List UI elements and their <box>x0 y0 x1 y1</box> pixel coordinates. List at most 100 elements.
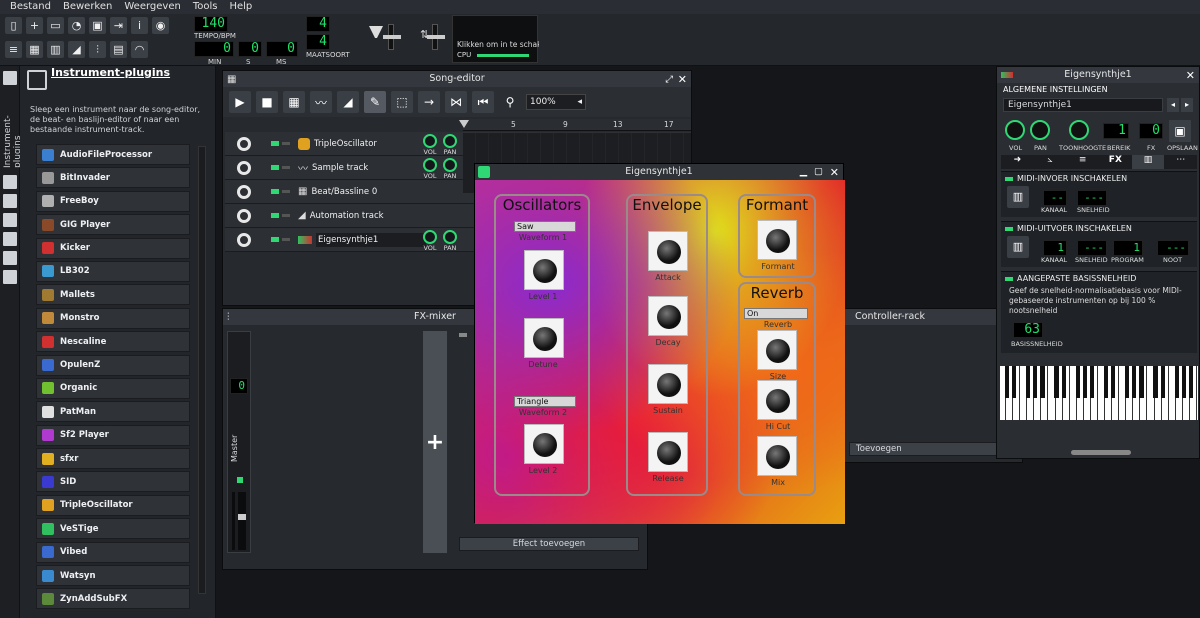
add-controller-button[interactable]: Toevoegen <box>849 442 1014 456</box>
new-template-icon[interactable]: + <box>26 17 43 34</box>
timeline-ruler[interactable]: 5 9 13 17 <box>463 119 691 131</box>
waveform-2-select[interactable]: Triangle <box>514 396 576 407</box>
hi-cut-knob[interactable] <box>757 380 797 420</box>
master-channel-value[interactable]: 0 <box>230 378 248 394</box>
plugin-item[interactable]: Sf2 Player <box>36 424 190 446</box>
piano-black-key[interactable] <box>1082 366 1087 398</box>
tab-fx[interactable]: FX <box>1099 155 1132 169</box>
tab-plugin[interactable]: ➜ <box>1001 155 1034 169</box>
master-fader[interactable] <box>238 492 246 550</box>
pitch-knob[interactable] <box>1069 120 1089 140</box>
samples-icon[interactable] <box>3 194 17 208</box>
piano-black-key[interactable] <box>1160 366 1165 398</box>
plugin-item[interactable]: Mallets <box>36 284 190 306</box>
tab-misc[interactable]: ⋯ <box>1164 155 1197 169</box>
maximize-icon[interactable]: ⤢ <box>665 72 673 88</box>
mute-led[interactable] <box>271 165 279 170</box>
piano-black-key[interactable] <box>1103 366 1109 398</box>
mute-led[interactable] <box>271 189 279 194</box>
track-pan-knob[interactable]: PAN <box>443 158 457 180</box>
gear-icon[interactable] <box>237 184 251 199</box>
tab-envelope[interactable]: ⦣ <box>1034 155 1067 169</box>
piano-black-key[interactable] <box>1139 366 1144 398</box>
volume-knob[interactable] <box>1005 120 1025 140</box>
tempo-display[interactable]: 140 TEMPO/BPM <box>194 16 236 40</box>
piano-scrollbar[interactable] <box>1071 450 1131 455</box>
piano-black-key[interactable] <box>1054 366 1059 398</box>
piano-black-key[interactable] <box>1026 366 1031 398</box>
plugin-item[interactable]: sfxr <box>36 448 190 470</box>
auto-scroll-icon[interactable]: → <box>418 91 440 113</box>
home-folder-icon[interactable] <box>3 232 17 246</box>
beat-editor-icon[interactable]: ▦ <box>26 41 43 58</box>
mute-led[interactable] <box>271 141 279 146</box>
fx-channel-value[interactable]: 0 <box>1139 123 1163 139</box>
add-channel-button[interactable]: + <box>423 331 447 553</box>
root-folder-icon[interactable] <box>3 251 17 265</box>
projects-icon[interactable] <box>3 175 17 189</box>
stop-behavior-icon[interactable]: ⏮ <box>472 91 494 113</box>
presets-icon[interactable] <box>3 213 17 227</box>
midi-output-velocity[interactable]: ‑‑‑ <box>1077 240 1107 256</box>
reverb-select[interactable]: On <box>744 308 808 319</box>
add-effect-button[interactable]: Effect toevoegen <box>459 537 639 551</box>
piano-black-key[interactable] <box>1075 366 1080 398</box>
plugin-item[interactable]: SID <box>36 471 190 493</box>
effect-chain-toggle[interactable] <box>459 333 467 337</box>
piano-black-key[interactable] <box>1061 366 1066 398</box>
plugin-item[interactable]: AudioFileProcessor <box>36 144 190 165</box>
menu-bewerken[interactable]: Bewerken <box>57 0 118 14</box>
instrument-plugins-icon[interactable] <box>3 71 17 85</box>
info-icon[interactable]: i <box>131 17 148 34</box>
formant-knob[interactable] <box>757 220 797 260</box>
menu-help[interactable]: Help <box>223 0 258 14</box>
master-channel[interactable]: 0 Master <box>227 331 251 553</box>
notes-icon[interactable]: ▤ <box>110 41 127 58</box>
mixer-icon[interactable]: ⫶ <box>89 41 106 58</box>
track-vol-knob[interactable]: VOL <box>423 158 437 180</box>
recent-files-icon[interactable]: ◔ <box>68 17 85 34</box>
mute-led[interactable] <box>271 237 279 242</box>
add-automation-track-icon[interactable]: ◢ <box>337 91 359 113</box>
attack-knob[interactable] <box>648 231 688 271</box>
instrument-plugin-titlebar[interactable]: Eigensynthje1 ▁ ▢ ✕ <box>475 164 843 180</box>
decay-knob[interactable] <box>648 296 688 336</box>
close-icon[interactable]: ✕ <box>830 165 839 181</box>
midi-output-channel[interactable]: 1 <box>1043 240 1067 256</box>
waveform-1-select[interactable]: Saw <box>514 221 576 232</box>
track-name[interactable]: Sample track <box>312 163 422 173</box>
menu-bestand[interactable]: Bestand <box>4 0 57 14</box>
midi-input-velocity[interactable]: ‑‑‑ <box>1077 190 1107 206</box>
tab-chords[interactable]: ≡ <box>1066 155 1099 169</box>
level-1-knob[interactable] <box>524 250 564 290</box>
gear-icon[interactable] <box>237 232 251 247</box>
piano-black-key[interactable] <box>1181 366 1186 398</box>
gear-icon[interactable] <box>237 160 251 175</box>
save-icon[interactable]: ▣ <box>89 17 106 34</box>
stop-icon[interactable]: ■ <box>256 91 278 113</box>
plugin-item[interactable]: Monstro <box>36 307 190 329</box>
loop-points-icon[interactable]: ⋈ <box>445 91 467 113</box>
plugin-item[interactable]: FreeBoy <box>36 190 190 212</box>
detune-knob[interactable] <box>524 318 564 358</box>
add-sample-track-icon[interactable]: 〰 <box>310 91 332 113</box>
piano-roll-icon[interactable]: ▥ <box>47 41 64 58</box>
save-preset-icon[interactable]: ▣ <box>1169 120 1191 142</box>
song-editor-titlebar[interactable]: ▦ Song-editor ✕ ⤢ <box>223 71 691 87</box>
size-knob[interactable] <box>757 330 797 370</box>
midi-input-connect-icon[interactable]: ▥ <box>1007 186 1029 208</box>
instrument-name-input[interactable]: Eigensynthje1 <box>1003 98 1163 112</box>
cpu-meter[interactable]: Klikken om in te schake CPU <box>452 15 539 63</box>
midi-input-channel[interactable]: ‑‑ <box>1043 190 1067 206</box>
plugin-item[interactable]: ZynAddSubFX <box>36 588 190 610</box>
mix-knob[interactable] <box>757 436 797 476</box>
draw-mode-icon[interactable]: ✎ <box>364 91 386 113</box>
menu-tools[interactable]: Tools <box>187 0 224 14</box>
add-beat-track-icon[interactable]: ▦ <box>283 91 305 113</box>
piano-black-key[interactable] <box>1012 366 1017 398</box>
plugin-item[interactable]: Vibed <box>36 541 190 563</box>
plugin-item[interactable]: PatMan <box>36 401 190 423</box>
plugin-item[interactable]: GIG Player <box>36 214 190 236</box>
piano-black-key[interactable] <box>1153 366 1158 398</box>
piano-black-key[interactable] <box>1125 366 1130 398</box>
